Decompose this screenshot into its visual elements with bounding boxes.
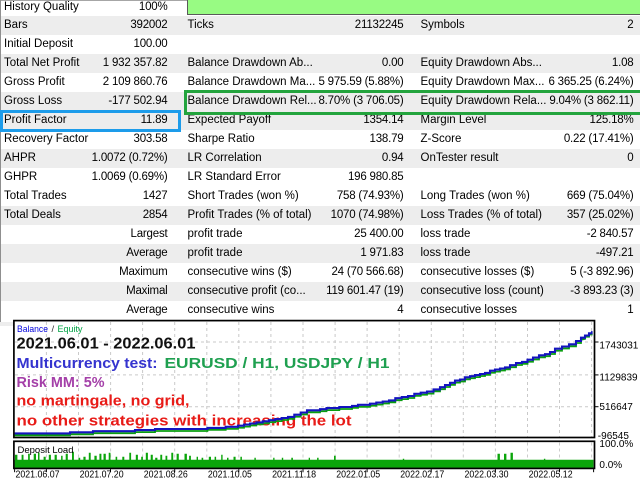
svg-text:516647: 516647: [599, 402, 633, 413]
svg-text:2022.02.17: 2022.02.17: [400, 470, 444, 480]
svg-text:no martingale, no grid,: no martingale, no grid,: [17, 393, 190, 410]
svg-text:2022.01.05: 2022.01.05: [336, 470, 380, 480]
svg-text:100.0%: 100.0%: [599, 439, 633, 450]
svg-text:0.0%: 0.0%: [599, 460, 622, 471]
svg-text:2021.08.26: 2021.08.26: [144, 470, 188, 480]
svg-text:Multicurrency test:: Multicurrency test:: [17, 355, 158, 372]
svg-text:2021.11.18: 2021.11.18: [272, 470, 316, 480]
svg-text:2021.06.07: 2021.06.07: [16, 470, 60, 480]
svg-text:1129839: 1129839: [599, 372, 638, 383]
svg-text:2022.03.30: 2022.03.30: [465, 470, 510, 480]
svg-text:Deposit Load: Deposit Load: [18, 445, 74, 456]
svg-text:2021.06.01 - 2022.06.01: 2021.06.01 - 2022.06.01: [17, 335, 196, 352]
svg-text:1743031: 1743031: [599, 341, 638, 352]
svg-text:2021.10.05: 2021.10.05: [208, 470, 252, 480]
svg-text:2021.07.20: 2021.07.20: [80, 470, 125, 480]
svg-text:Equity: Equity: [58, 324, 83, 335]
svg-text:EURUSD / H1, USDJPY / H1: EURUSD / H1, USDJPY / H1: [165, 355, 390, 372]
svg-text:2022.05.12: 2022.05.12: [529, 470, 573, 480]
svg-text:/: /: [52, 324, 55, 335]
svg-text:Balance: Balance: [17, 324, 48, 335]
svg-text:Risk MM: 5%: Risk MM: 5%: [17, 374, 105, 391]
